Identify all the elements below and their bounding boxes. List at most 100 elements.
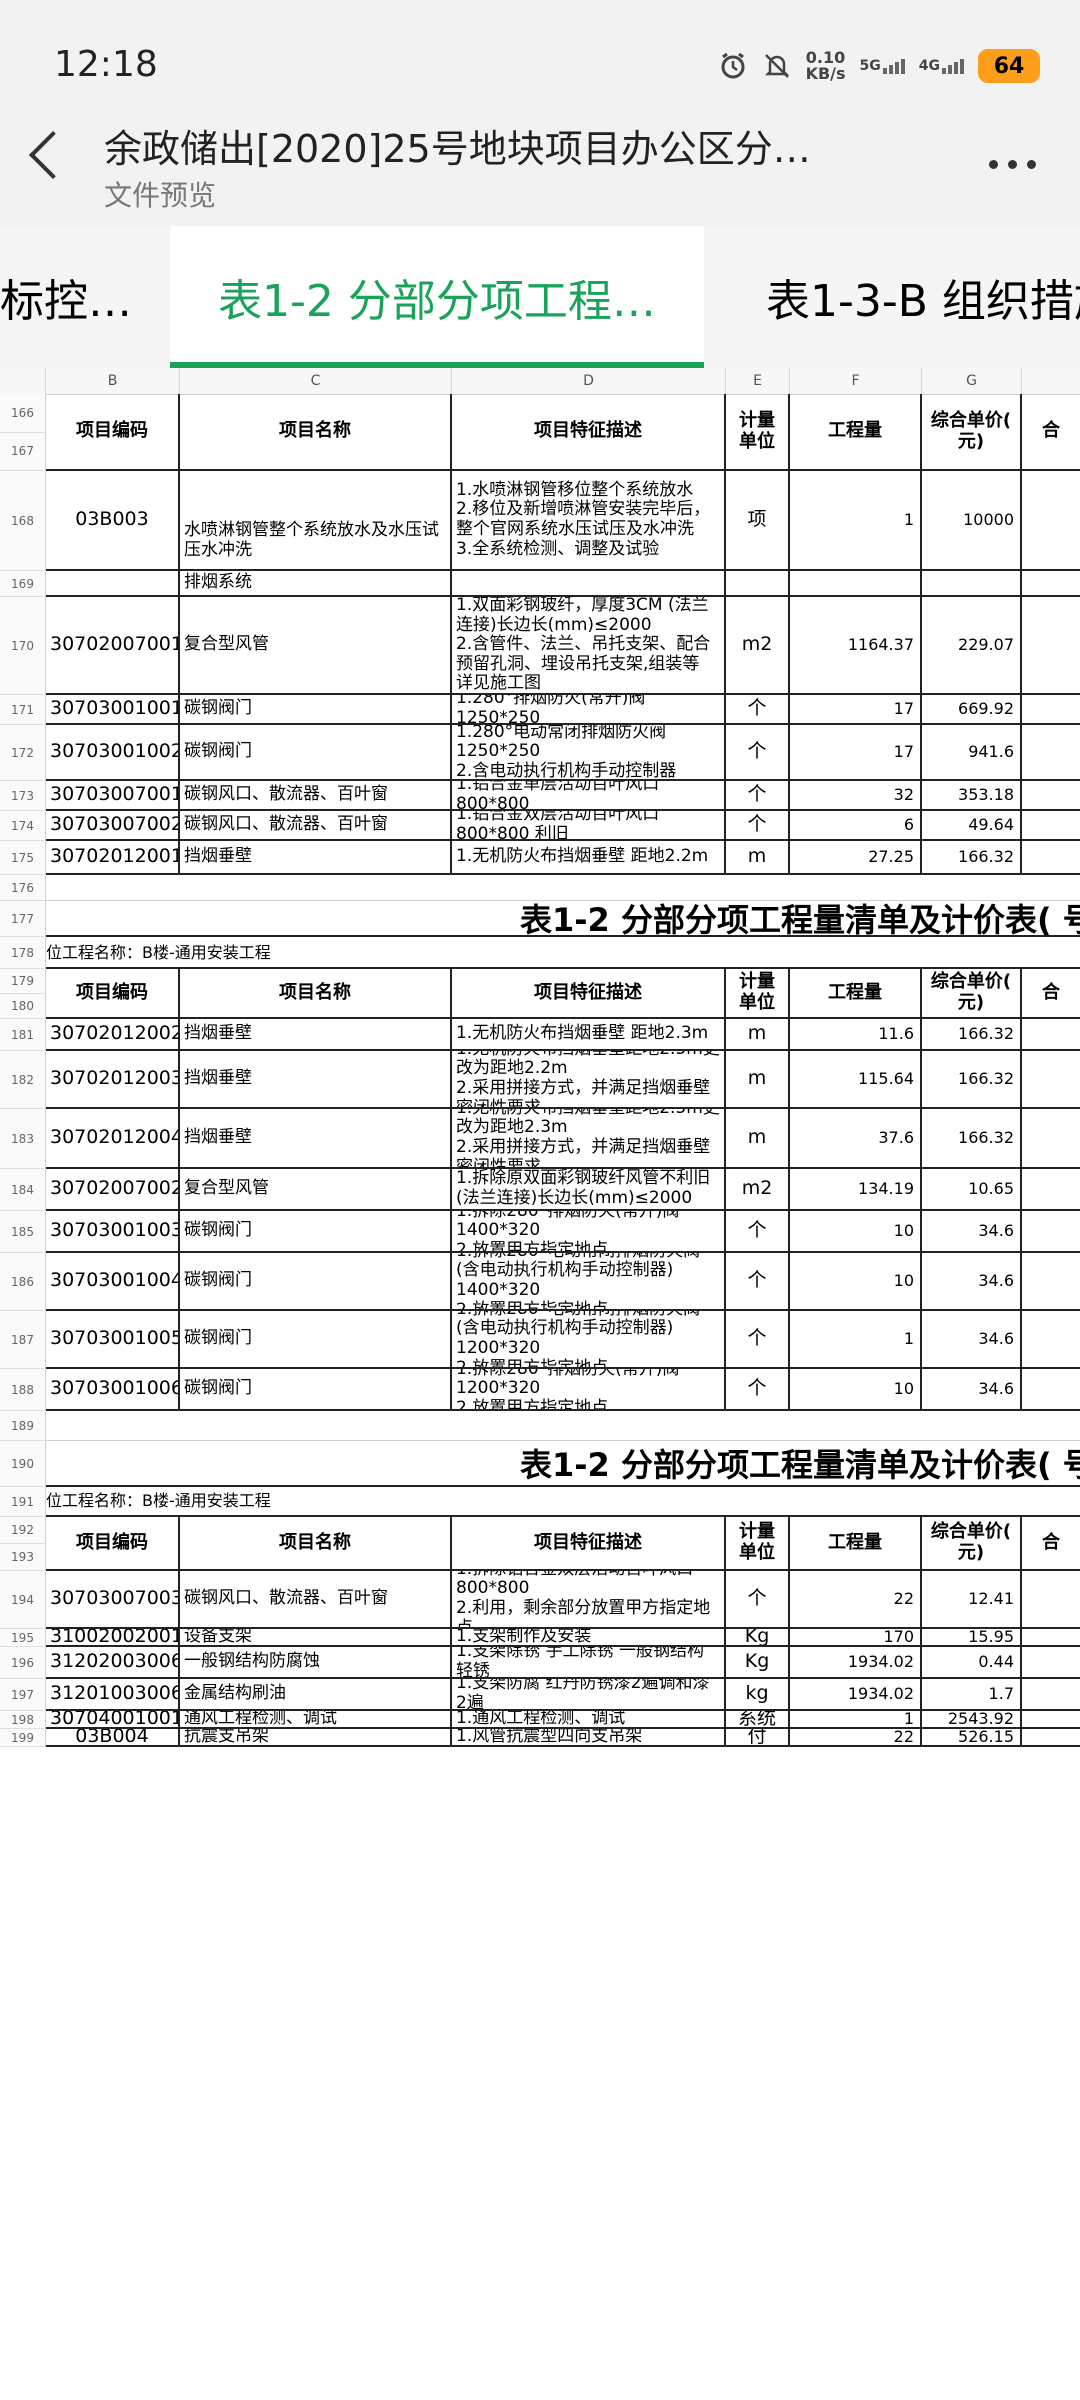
cell-name[interactable]: 水喷淋钢管整个系统放水及水压试压水冲洗 bbox=[180, 471, 452, 571]
cell-name[interactable]: 碳钢风口、散流器、百叶窗 bbox=[180, 1571, 452, 1629]
row-number[interactable]: 185 bbox=[0, 1211, 46, 1253]
cell-extra[interactable] bbox=[1022, 1629, 1080, 1647]
cell-code[interactable]: 30703001001 bbox=[46, 695, 180, 725]
cell-qty[interactable]: 10 bbox=[790, 1369, 922, 1411]
cell-desc[interactable]: 1.水喷淋钢管移位整个系统放水 2.移位及新增喷淋管安装完毕后，整个官网系统水压… bbox=[452, 471, 726, 571]
cell-name[interactable]: 挡烟垂壁 bbox=[180, 841, 452, 875]
cell-name[interactable]: 设备支架 bbox=[180, 1629, 452, 1647]
cell-unit[interactable]: 付 bbox=[726, 1729, 790, 1747]
row-number[interactable]: 183 bbox=[0, 1109, 46, 1169]
tab-sheet-3[interactable]: 表1-3-B 组织措施 bbox=[766, 226, 1080, 368]
cell-name[interactable]: 碳钢阀门 bbox=[180, 695, 452, 725]
cell-code[interactable]: 30702007002 bbox=[46, 1169, 180, 1211]
cell-unit[interactable]: 个 bbox=[726, 1369, 790, 1411]
cell-code[interactable]: 30703001004 bbox=[46, 1253, 180, 1311]
cell-desc[interactable]: 1.支架制作及安装 bbox=[452, 1629, 726, 1647]
row-number[interactable]: 198 bbox=[0, 1711, 46, 1729]
cell-extra[interactable] bbox=[1022, 1253, 1080, 1311]
cell-qty[interactable]: 1 bbox=[790, 1311, 922, 1369]
cell-code[interactable]: 30703001005 bbox=[46, 1311, 180, 1369]
cell-unit[interactable]: 个 bbox=[726, 781, 790, 811]
cell-code[interactable]: 30702012004 bbox=[46, 1109, 180, 1169]
cell-name[interactable]: 碳钢风口、散流器、百叶窗 bbox=[180, 811, 452, 841]
cell-code[interactable]: 03B004 bbox=[46, 1729, 180, 1747]
row-number[interactable]: 178 bbox=[0, 937, 46, 969]
tab-sheet-1[interactable]: 标控… bbox=[0, 226, 132, 368]
cell-extra[interactable] bbox=[1022, 597, 1080, 695]
row-number[interactable]: 180 bbox=[0, 994, 46, 1019]
row-number[interactable]: 187 bbox=[0, 1311, 46, 1369]
cell-code[interactable]: 31202003006 bbox=[46, 1647, 180, 1679]
cell-code[interactable] bbox=[46, 571, 180, 597]
cell-extra[interactable] bbox=[1022, 1109, 1080, 1169]
cell-extra[interactable] bbox=[1022, 1051, 1080, 1109]
cell-name[interactable]: 复合型风管 bbox=[180, 1169, 452, 1211]
cell-desc[interactable]: 1.铝合金单层活动百叶风口 800*800 bbox=[452, 781, 726, 811]
empty-row[interactable] bbox=[46, 1411, 1080, 1441]
cell-unit[interactable]: Kg bbox=[726, 1647, 790, 1679]
cell-desc[interactable] bbox=[452, 571, 726, 597]
row-number[interactable]: 184 bbox=[0, 1169, 46, 1211]
cell-unit[interactable]: m2 bbox=[726, 1169, 790, 1211]
cell-price[interactable]: 34.6 bbox=[922, 1369, 1022, 1411]
cell-price[interactable]: 12.41 bbox=[922, 1571, 1022, 1629]
cell-price[interactable] bbox=[922, 571, 1022, 597]
cell-price[interactable]: 166.32 bbox=[922, 1109, 1022, 1169]
cell-price[interactable]: 15.95 bbox=[922, 1629, 1022, 1647]
cell-qty[interactable]: 17 bbox=[790, 695, 922, 725]
cell-qty[interactable]: 10 bbox=[790, 1211, 922, 1253]
cell-desc[interactable]: 1.拆除铝合金双层活动百叶风口 800*800 2.利用，剩余部分放置甲方指定地… bbox=[452, 1571, 726, 1629]
row-number[interactable]: 199 bbox=[0, 1729, 46, 1747]
cell-extra[interactable] bbox=[1022, 1647, 1080, 1679]
cell-desc[interactable]: 1.无机防火布挡烟垂壁 距地2.3m bbox=[452, 1019, 726, 1051]
cell-name[interactable]: 挡烟垂壁 bbox=[180, 1019, 452, 1051]
cell-unit[interactable]: m bbox=[726, 841, 790, 875]
cell-price[interactable]: 0.44 bbox=[922, 1647, 1022, 1679]
cell-unit[interactable]: m bbox=[726, 1051, 790, 1109]
cell-unit[interactable] bbox=[726, 571, 790, 597]
cell-unit[interactable]: 系统 bbox=[726, 1711, 790, 1729]
cell-qty[interactable]: 1934.02 bbox=[790, 1647, 922, 1679]
cell-qty[interactable]: 1164.37 bbox=[790, 597, 922, 695]
cell-price[interactable]: 166.32 bbox=[922, 841, 1022, 875]
cell-name[interactable]: 碳钢阀门 bbox=[180, 1211, 452, 1253]
cell-price[interactable]: 34.6 bbox=[922, 1253, 1022, 1311]
cell-unit[interactable]: 个 bbox=[726, 1253, 790, 1311]
cell-unit[interactable]: 个 bbox=[726, 725, 790, 781]
cell-code[interactable]: 30702007001 bbox=[46, 597, 180, 695]
cell-qty[interactable]: 170 bbox=[790, 1629, 922, 1647]
cell-desc[interactable]: 1.无机防火布挡烟垂壁距地2.5m更改为距地2.2m 2.采用拼接方式，并满足挡… bbox=[452, 1051, 726, 1109]
row-number[interactable]: 186 bbox=[0, 1253, 46, 1311]
cell-qty[interactable]: 22 bbox=[790, 1571, 922, 1629]
cell-qty[interactable]: 1934.02 bbox=[790, 1679, 922, 1711]
row-number[interactable]: 171 bbox=[0, 695, 46, 725]
cell-unit[interactable]: Kg bbox=[726, 1629, 790, 1647]
cell-desc[interactable]: 1.无机防火布挡烟垂壁距地2.5m更改为距地2.3m 2.采用拼接方式，并满足挡… bbox=[452, 1109, 726, 1169]
cell-price[interactable]: 229.07 bbox=[922, 597, 1022, 695]
row-number[interactable]: 188 bbox=[0, 1369, 46, 1411]
row-number[interactable]: 179 bbox=[0, 969, 46, 994]
row-number[interactable]: 173 bbox=[0, 781, 46, 811]
cell-price[interactable]: 34.6 bbox=[922, 1211, 1022, 1253]
cell-extra[interactable] bbox=[1022, 1729, 1080, 1747]
cell-desc[interactable]: 1.风管抗震型四向支吊架 bbox=[452, 1729, 726, 1747]
cell-code[interactable]: 30704001001 bbox=[46, 1711, 180, 1729]
spreadsheet[interactable]: B C D E F G 166 167 项目编码 项目名称 项目特征描述 计量 单位 工程量… bbox=[0, 368, 1080, 2400]
cell-desc[interactable]: 1.双面彩钢玻纤，厚度3CM (法兰连接)长边长(mm)≤2000 2.含管件、… bbox=[452, 597, 726, 695]
cell-name[interactable]: 复合型风管 bbox=[180, 597, 452, 695]
cell-price[interactable]: 941.6 bbox=[922, 725, 1022, 781]
row-number[interactable]: 181 bbox=[0, 1019, 46, 1051]
cell-qty[interactable] bbox=[790, 571, 922, 597]
cell-name[interactable]: 一般钢结构防腐蚀 bbox=[180, 1647, 452, 1679]
cell-price[interactable]: 10000 bbox=[922, 471, 1022, 571]
cell-extra[interactable] bbox=[1022, 1311, 1080, 1369]
row-number[interactable]: 191 bbox=[0, 1487, 46, 1517]
cell-code[interactable]: 30703007001 bbox=[46, 781, 180, 811]
cell-qty[interactable]: 27.25 bbox=[790, 841, 922, 875]
cell-desc[interactable]: 1.铝合金双层活动百叶风口 800*800 利旧 bbox=[452, 811, 726, 841]
cell-price[interactable]: 526.15 bbox=[922, 1729, 1022, 1747]
row-number[interactable]: 192 bbox=[0, 1517, 46, 1544]
column-d-header[interactable]: D bbox=[452, 368, 726, 394]
cell-name[interactable]: 碳钢阀门 bbox=[180, 1253, 452, 1311]
row-number[interactable]: 167 bbox=[0, 432, 46, 471]
